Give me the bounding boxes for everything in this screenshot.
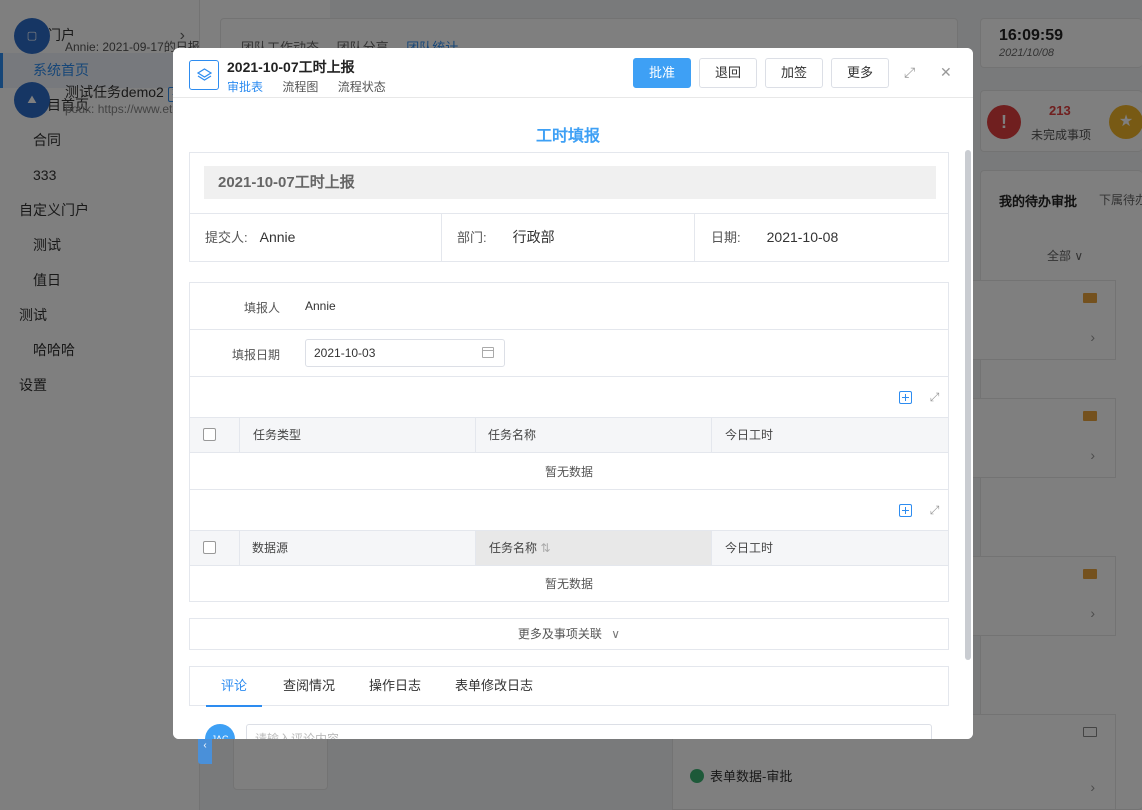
- modal-tabs: 审批表 流程图 流程状态: [227, 78, 402, 100]
- divider: [239, 531, 240, 565]
- modal-title: 2021-10-07工时上报: [227, 59, 355, 75]
- divider: [711, 418, 712, 452]
- add-row-icon[interactable]: [899, 391, 912, 404]
- date-label: 日期:: [711, 230, 741, 245]
- col-data-source: 数据源: [252, 541, 289, 555]
- divider: [711, 531, 712, 565]
- col-task-name: 任务名称: [489, 541, 538, 555]
- approval-modal: 2021-10-07工时上报 审批表 流程图 流程状态 批准 退回 加签 更多 …: [173, 48, 973, 739]
- sort-icon: ⇅: [540, 541, 551, 555]
- divider: [190, 329, 948, 330]
- more-button[interactable]: 更多: [831, 58, 889, 88]
- record-info-box: 2021-10-07工时上报 提交人: Annie 部门: 行政部 日期: 2021-…: [189, 152, 949, 262]
- submitter-field: 提交人: Annie: [205, 214, 295, 261]
- divider: [441, 214, 442, 261]
- tab-read-status[interactable]: 查阅情况: [283, 667, 335, 707]
- report-date-value: 2021-10-03: [314, 346, 376, 360]
- comment-tabs: 评论 查阅情况 操作日志 表单修改日志: [189, 666, 949, 707]
- calendar-icon: [482, 347, 494, 358]
- dept-value: 行政部: [512, 229, 555, 245]
- modal-header: 2021-10-07工时上报 审批表 流程图 流程状态 批准 退回 加签 更多 …: [173, 48, 973, 100]
- select-all-checkbox[interactable]: [203, 541, 216, 554]
- report-date-input[interactable]: 2021-10-03: [305, 339, 505, 367]
- dept-label: 部门:: [457, 230, 487, 245]
- table-header: 数据源 任务名称 ⇅ 今日工时: [190, 530, 948, 566]
- form-title: 工时填报: [535, 128, 600, 145]
- select-all-checkbox[interactable]: [203, 428, 216, 441]
- add-row-icon[interactable]: [899, 504, 912, 517]
- fullscreen-icon[interactable]: ⤢: [928, 391, 941, 404]
- record-name: 2021-10-07工时上报: [204, 166, 936, 199]
- approve-button[interactable]: 批准: [633, 58, 691, 88]
- table-header: 任务类型 任务名称 今日工时: [190, 417, 948, 453]
- comment-input[interactable]: 请输入评论内容: [246, 724, 932, 739]
- divider: [694, 214, 695, 261]
- reporter-label: 填报人: [244, 301, 281, 315]
- chevron-down-icon: ∨: [611, 627, 621, 641]
- form-body-box: 填报人 Annie 填报日期 2021-10-03 ⤢ 任务类型 任务名称 今日…: [189, 282, 949, 602]
- submitter-value: Annie: [259, 229, 296, 245]
- table-empty-text: 暂无数据: [544, 465, 593, 479]
- countersign-button[interactable]: 加签: [765, 58, 823, 88]
- col-task-name-sorted[interactable]: 任务名称 ⇅: [476, 531, 711, 565]
- fullscreen-icon[interactable]: ⤢: [928, 504, 941, 517]
- divider: [190, 376, 948, 377]
- scrollbar[interactable]: [965, 150, 971, 660]
- tab-approval-form[interactable]: 审批表: [227, 78, 264, 100]
- report-date-label: 填报日期: [232, 348, 281, 362]
- col-task-name: 任务名称: [488, 428, 537, 442]
- divider: [239, 418, 240, 452]
- col-task-type: 任务类型: [253, 428, 302, 442]
- tab-flow-status[interactable]: 流程状态: [338, 78, 386, 98]
- more-related-toggle[interactable]: 更多及事项关联 ∨: [189, 618, 949, 650]
- date-value: 2021-10-08: [766, 229, 839, 245]
- more-related-label: 更多及事项关联: [517, 627, 602, 641]
- maximize-icon[interactable]: ⤢: [904, 64, 915, 81]
- reporter-value: Annie: [305, 299, 336, 313]
- tab-comments[interactable]: 评论: [206, 667, 262, 707]
- submitter-label: 提交人:: [205, 230, 248, 245]
- divider: [475, 418, 476, 452]
- table-empty-text: 暂无数据: [544, 577, 593, 591]
- tab-operation-log[interactable]: 操作日志: [369, 667, 421, 707]
- tab-form-change-log[interactable]: 表单修改日志: [455, 667, 533, 707]
- dept-field: 部门: 行政部: [457, 214, 555, 261]
- return-button[interactable]: 退回: [699, 58, 757, 88]
- layers-icon: [189, 60, 219, 90]
- tab-flowchart[interactable]: 流程图: [282, 78, 318, 98]
- col-hours-today: 今日工时: [725, 428, 774, 442]
- col-hours-today: 今日工时: [725, 541, 774, 555]
- close-icon[interactable]: ✕: [940, 64, 952, 81]
- date-field: 日期: 2021-10-08: [711, 214, 838, 261]
- divider: [190, 489, 948, 490]
